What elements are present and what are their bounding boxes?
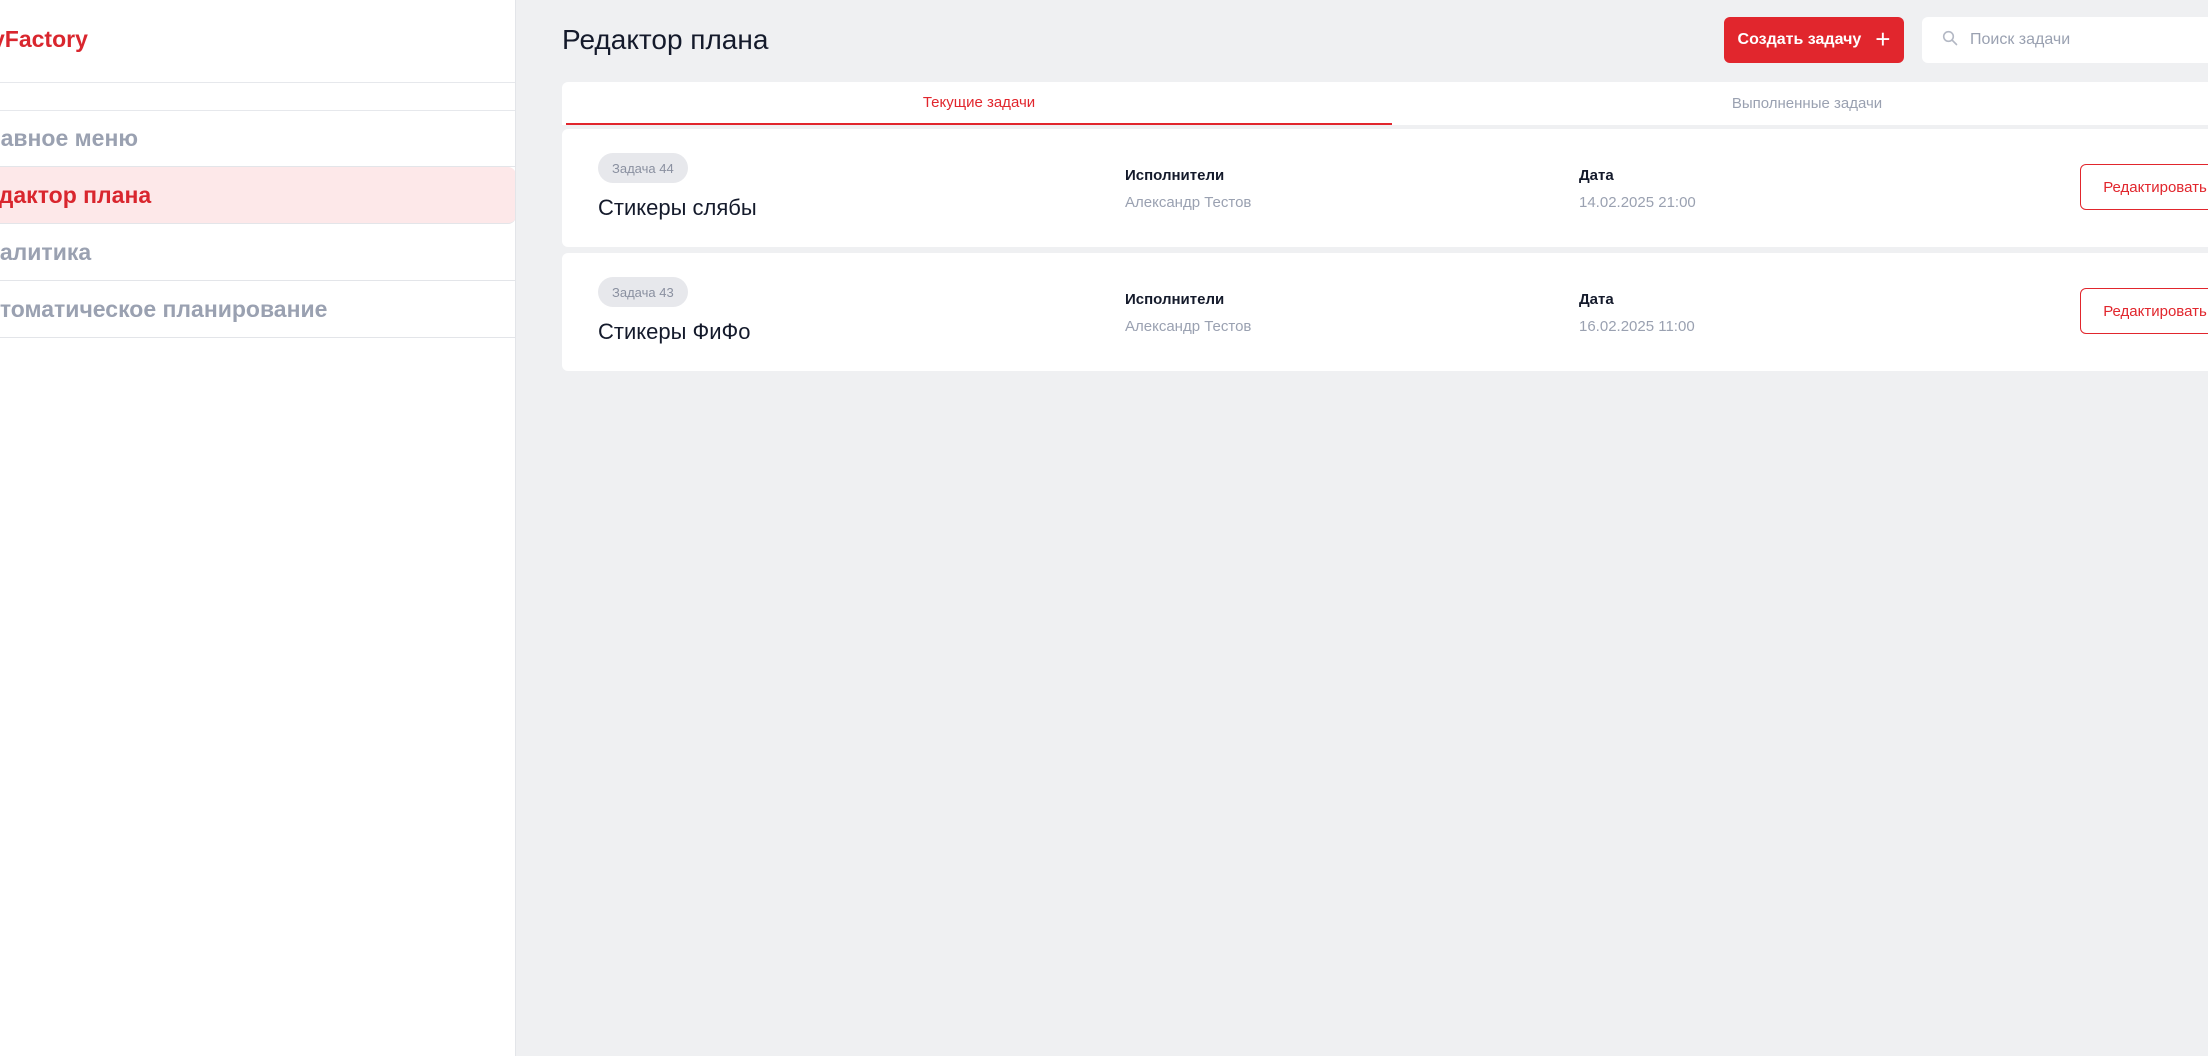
- sidebar-item-label: едактор плана: [0, 181, 152, 208]
- create-task-label: Создать задачу: [1737, 31, 1862, 48]
- tabs: Текущие задачи Выполненные задачи: [562, 82, 2208, 125]
- task-card: Задача 43 Стикеры ФиФо Исполнители Алекс…: [562, 253, 2208, 371]
- executor-name: Александр Тестов: [1125, 194, 1252, 211]
- executors-heading: Исполнители: [1125, 291, 1225, 308]
- tab-completed-tasks[interactable]: Выполненные задачи: [1392, 82, 2208, 125]
- sidebar-divider: [0, 82, 515, 83]
- edit-button[interactable]: Редактировать: [2080, 164, 2208, 210]
- sidebar: yFactory лавное меню едактор плана налит…: [0, 0, 516, 1056]
- search-box[interactable]: [1922, 17, 2208, 63]
- sidebar-item-auto-planning[interactable]: втоматическое планирование: [0, 281, 515, 338]
- search-icon: [1942, 30, 1958, 51]
- sidebar-item-label: втоматическое планирование: [0, 295, 328, 322]
- app: yFactory лавное меню едактор плана налит…: [0, 0, 2208, 1056]
- executor-name: Александр Тестов: [1125, 318, 1252, 335]
- create-task-button[interactable]: Создать задачу +: [1724, 17, 1904, 63]
- sidebar-item-plan-editor[interactable]: едактор плана: [0, 167, 515, 224]
- task-date: 16.02.2025 11:00: [1579, 318, 1695, 335]
- task-badge: Задача 43: [598, 277, 688, 307]
- sidebar-item-label: лавное меню: [0, 124, 139, 151]
- task-card: Задача 44 Стикеры слябы Исполнители Алек…: [562, 129, 2208, 247]
- task-badge: Задача 44: [598, 153, 688, 183]
- edit-button[interactable]: Редактировать: [2080, 288, 2208, 334]
- sidebar-item-label: налитика: [0, 238, 92, 265]
- main-content: Редактор плана Создать задачу + Текущие …: [516, 0, 2208, 1056]
- search-input[interactable]: [1970, 31, 2190, 49]
- logo-text: Factory: [4, 26, 88, 52]
- tab-current-tasks[interactable]: Текущие задачи: [566, 82, 1393, 125]
- sidebar-item-analytics[interactable]: налитика: [0, 224, 515, 281]
- sidebar-item-main-menu[interactable]: лавное меню: [0, 110, 515, 167]
- task-name: Стикеры ФиФо: [598, 319, 751, 344]
- executors-heading: Исполнители: [1125, 167, 1225, 184]
- logo[interactable]: yFactory: [0, 26, 88, 53]
- task-date: 14.02.2025 21:00: [1579, 194, 1696, 211]
- sidebar-nav: лавное меню едактор плана налитика втома…: [0, 110, 515, 338]
- date-heading: Дата: [1579, 167, 1614, 184]
- date-heading: Дата: [1579, 291, 1614, 308]
- task-name: Стикеры слябы: [598, 195, 757, 220]
- page-title: Редактор плана: [562, 24, 769, 55]
- plus-icon: +: [1875, 24, 1891, 54]
